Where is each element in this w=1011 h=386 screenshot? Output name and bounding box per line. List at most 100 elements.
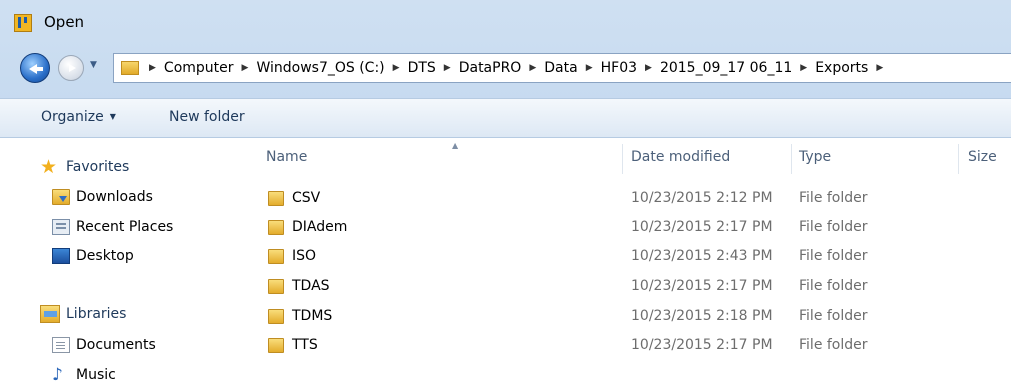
file-date: 10/23/2015 2:17 PM [631, 219, 773, 235]
file-row-tts[interactable]: TTS 10/23/2015 2:17 PM File folder [248, 332, 1011, 361]
address-bar[interactable]: ▶ Computer ▶ Windows7_OS (C:) ▶ DTS ▶ Da… [113, 53, 1011, 83]
title-bar[interactable]: Open [0, 0, 1011, 48]
column-divider[interactable] [958, 144, 959, 174]
nav-item-label: Downloads [76, 189, 153, 205]
folder-icon [268, 337, 284, 353]
back-arrow-icon[interactable] [20, 53, 50, 83]
breadcrumb-arrow-icon[interactable]: ▶ [645, 63, 652, 73]
nav-item-documents[interactable]: Documents [52, 334, 156, 356]
navigation-row: ▼ ▶ Computer ▶ Windows7_OS (C:) ▶ DTS ▶ … [0, 48, 1011, 90]
column-header-label: Size [968, 149, 997, 165]
downloads-folder-icon [52, 189, 70, 205]
breadcrumb-arrow-icon[interactable]: ▶ [444, 63, 451, 73]
column-header-label: Date modified [631, 149, 731, 165]
file-date: 10/23/2015 2:17 PM [631, 337, 773, 353]
column-header-label: Type [799, 149, 832, 165]
breadcrumb-hf03[interactable]: HF03 [601, 60, 637, 76]
file-type: File folder [799, 190, 868, 206]
nav-item-downloads[interactable]: Downloads [52, 186, 153, 208]
file-name: TDMS [292, 308, 333, 324]
file-date: 10/23/2015 2:17 PM [631, 278, 773, 294]
desktop-icon [52, 248, 70, 264]
window-title: Open [44, 13, 85, 31]
new-folder-button[interactable]: New folder [169, 109, 245, 125]
file-date: 10/23/2015 2:43 PM [631, 248, 773, 264]
column-header-type[interactable]: Type [799, 138, 959, 176]
file-name-cell: CSV [268, 190, 320, 206]
sort-ascending-icon: ▲ [452, 141, 459, 150]
file-row-tdas[interactable]: TDAS 10/23/2015 2:17 PM File folder [248, 273, 1011, 302]
documents-icon [52, 337, 70, 353]
column-header-date-modified[interactable]: Date modified [631, 138, 791, 176]
folder-icon [268, 219, 284, 235]
organize-label: Organize [41, 109, 104, 125]
column-divider[interactable] [791, 144, 792, 174]
column-header-size[interactable]: Size [968, 138, 1011, 176]
file-type: File folder [799, 337, 868, 353]
breadcrumb-arrow-icon[interactable]: ▶ [876, 63, 883, 73]
breadcrumb-arrow-icon[interactable]: ▶ [586, 63, 593, 73]
file-row-tdms[interactable]: TDMS 10/23/2015 2:18 PM File folder [248, 303, 1011, 332]
file-name-cell: TDMS [268, 308, 332, 324]
file-name: TDAS [292, 278, 330, 294]
file-date: 10/23/2015 2:18 PM [631, 308, 773, 324]
nav-item-recent-places[interactable]: Recent Places [52, 216, 173, 238]
breadcrumb-computer[interactable]: Computer [164, 60, 234, 76]
nav-item-label: Desktop [76, 248, 134, 264]
recent-pages-chevron-icon[interactable]: ▼ [90, 60, 97, 70]
nav-item-label: Documents [76, 337, 156, 353]
nav-libraries[interactable]: Libraries [40, 305, 126, 323]
breadcrumb-windows7-os[interactable]: Windows7_OS (C:) [256, 60, 384, 76]
file-row-csv[interactable]: CSV 10/23/2015 2:12 PM File folder [248, 185, 1011, 214]
file-name-cell: TDAS [268, 278, 330, 294]
folder-icon [121, 61, 139, 75]
file-name-cell: DIAdem [268, 219, 347, 235]
chevron-down-icon: ▼ [109, 112, 116, 121]
file-name: ISO [292, 248, 317, 264]
breadcrumb-arrow-icon[interactable]: ▶ [393, 63, 400, 73]
folder-icon [268, 308, 284, 324]
breadcrumb-arrow-icon[interactable]: ▶ [149, 63, 156, 73]
column-header-name[interactable]: Name ▲ [266, 138, 628, 176]
file-name: CSV [292, 190, 321, 206]
nav-favorites-label: Favorites [66, 159, 130, 175]
breadcrumb-datapro[interactable]: DataPRO [459, 60, 522, 76]
nav-libraries-label: Libraries [66, 306, 127, 322]
dialog-content: ★ Favorites Downloads Recent Places Desk… [0, 138, 1011, 384]
breadcrumb-exports[interactable]: Exports [815, 60, 868, 76]
star-icon: ★ [40, 156, 58, 178]
libraries-icon [40, 305, 60, 323]
file-name-cell: TTS [268, 337, 318, 353]
file-name-cell: ISO [268, 248, 316, 264]
nav-item-label: Recent Places [76, 219, 174, 235]
column-header-label: Name [266, 149, 308, 165]
command-toolbar: Organize ▼ New folder [0, 98, 1011, 138]
breadcrumb-arrow-icon[interactable]: ▶ [800, 63, 807, 73]
file-list[interactable]: Name ▲ Date modified Type Size CSV 10/23… [248, 138, 1011, 381]
file-type: File folder [799, 308, 868, 324]
open-dialog-window: Open ▼ ▶ Computer ▶ Windows7_OS (C:) ▶ D… [0, 0, 1011, 384]
nav-item-desktop[interactable]: Desktop [52, 245, 134, 267]
navigation-pane[interactable]: ★ Favorites Downloads Recent Places Desk… [0, 138, 248, 384]
forward-arrow-icon[interactable] [58, 55, 84, 81]
organize-button[interactable]: Organize ▼ [41, 109, 116, 125]
column-divider[interactable] [622, 144, 623, 174]
recent-places-icon [52, 219, 70, 235]
file-date: 10/23/2015 2:12 PM [631, 190, 773, 206]
breadcrumb-arrow-icon[interactable]: ▶ [242, 63, 249, 73]
file-row-iso[interactable]: ISO 10/23/2015 2:43 PM File folder [248, 243, 1011, 272]
nav-item-music[interactable]: ♪ Music [52, 364, 116, 386]
folder-icon [268, 190, 284, 206]
breadcrumb-dts[interactable]: DTS [408, 60, 436, 76]
file-name: TTS [292, 337, 318, 353]
file-type: File folder [799, 248, 868, 264]
folder-icon [268, 248, 284, 264]
file-row-diadem[interactable]: DIAdem 10/23/2015 2:17 PM File folder [248, 214, 1011, 243]
breadcrumb-arrow-icon[interactable]: ▶ [529, 63, 536, 73]
nav-favorites[interactable]: ★ Favorites [40, 156, 130, 178]
breadcrumb-2015-09-17[interactable]: 2015_09_17 06_11 [660, 60, 792, 76]
open-dialog-icon [14, 14, 32, 32]
file-name: DIAdem [292, 219, 348, 235]
breadcrumb-data[interactable]: Data [544, 60, 577, 76]
file-type: File folder [799, 219, 868, 235]
